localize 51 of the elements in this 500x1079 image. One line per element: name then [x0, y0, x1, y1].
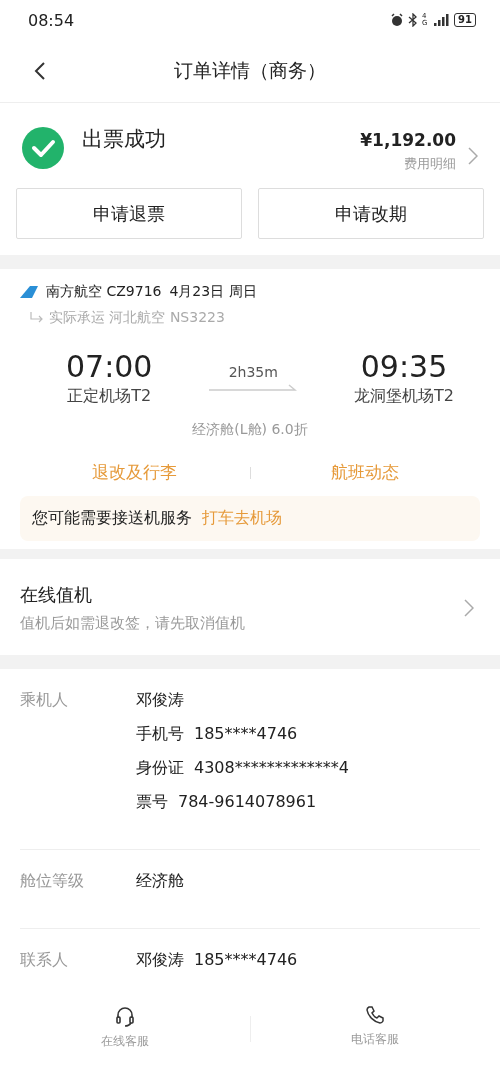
clock-time: 08:54: [28, 10, 75, 30]
return-arrow-icon: [30, 312, 44, 324]
checkin-note: 值机后如需退改签，请先取消值机: [20, 614, 246, 633]
field-key: 身份证: [136, 757, 184, 779]
field-value: 185****4746: [194, 723, 298, 745]
cabin-class: 经济舱(L舱) 6.0折: [191, 421, 309, 439]
field-key: 手机号: [136, 723, 184, 745]
flight-duration: 2h35m: [228, 364, 278, 380]
taxi-link[interactable]: 打车去机场: [202, 508, 282, 529]
field-label: 联系人: [20, 949, 69, 971]
departure-time: 07:00: [66, 349, 153, 384]
phone-icon: [365, 1005, 386, 1025]
headset-icon: [113, 1005, 136, 1027]
check-circle-icon: [22, 127, 64, 169]
action-button[interactable]: 申请退票: [16, 188, 242, 239]
action-button[interactable]: 申请改期: [258, 188, 484, 239]
bluetooth-icon: [408, 13, 419, 27]
back-icon[interactable]: [34, 61, 46, 81]
support-label: 电话客服: [351, 1031, 400, 1048]
field-value: 邓俊涛: [136, 689, 184, 711]
field-key: 邓俊涛: [136, 949, 184, 971]
flight-number: 南方航空 CZ9716: [46, 283, 162, 301]
chevron-right-icon[interactable]: [464, 599, 474, 617]
departure-airport: 正定机场T2: [66, 386, 153, 407]
transfer-hint: 您可能需要接送机服务: [32, 508, 192, 529]
flight-date: 4月23日 周日: [169, 283, 257, 301]
support-tab[interactable]: 在线客服: [0, 1004, 250, 1051]
arrival-time: 09:35: [359, 349, 449, 384]
order-status: 出票成功: [82, 126, 167, 153]
alarm-icon: [390, 13, 405, 27]
page-title: 订单详情（商务）: [174, 58, 326, 83]
checkin-title[interactable]: 在线值机: [20, 583, 464, 607]
battery-level: 91: [454, 13, 476, 27]
field-key: 票号: [136, 791, 168, 813]
field-value: 784-9614078961: [178, 791, 317, 813]
support-label: 在线客服: [100, 1033, 149, 1050]
order-price: ¥1,192.00: [360, 130, 456, 150]
airline-logo-icon: [20, 286, 38, 298]
field-value: 185****4746: [194, 949, 298, 971]
fee-details-link[interactable]: 费用明细: [404, 155, 456, 173]
chevron-right-icon[interactable]: [468, 147, 478, 165]
field-value: 4308*************4: [194, 757, 349, 779]
support-tab[interactable]: 电话客服: [250, 1004, 500, 1049]
info-link[interactable]: 退改及行李: [20, 461, 250, 484]
field-label: 乘机人: [20, 689, 69, 711]
info-link[interactable]: 航班动态: [250, 461, 480, 484]
field-label: 舱位等级: [20, 870, 85, 892]
operating-carrier: 实际承运 河北航空 NS3223: [49, 309, 225, 327]
arrival-airport: 龙洞堡机场T2: [354, 386, 454, 407]
field-value: 经济舱: [136, 870, 184, 892]
signal-icon: [434, 14, 451, 26]
